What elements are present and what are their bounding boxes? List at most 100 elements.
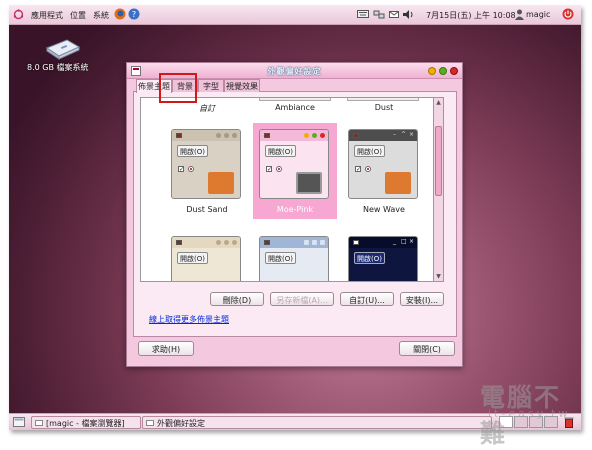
theme-label-dust[interactable]: Dust — [338, 103, 430, 112]
taskbar-file-browser[interactable]: [magic - 檔案瀏覽器] — [31, 416, 141, 429]
theme-label-new-wave[interactable]: New Wave — [338, 205, 430, 214]
preview-radio-icon — [188, 166, 194, 172]
theme-thumb-new-wave[interactable]: – ^ × 開啟(O) ✓ — [348, 129, 418, 199]
volume-icon[interactable] — [402, 9, 414, 20]
close-window-button[interactable] — [450, 67, 458, 75]
window-icon — [35, 420, 43, 426]
drive-label[interactable]: 8.0 GB 檔案系統 — [27, 62, 89, 73]
preview-window-icon — [264, 240, 270, 245]
ubuntu-logo-icon[interactable] — [13, 9, 24, 20]
preview-minimize-icon: _ — [393, 238, 396, 245]
network-icon[interactable] — [373, 9, 385, 20]
theme-label-ambiance[interactable]: Ambiance — [249, 103, 341, 112]
scroll-up-icon[interactable]: ▲ — [435, 100, 442, 106]
top-panel: 應用程式 位置 系統 ? 7月15日(五) 上午 10:08 magic — [9, 5, 581, 25]
desktop: 應用程式 位置 系統 ? 7月15日(五) 上午 10:08 magic 8.0… — [9, 5, 581, 430]
preview-maximize-icon: □ — [401, 238, 407, 245]
drive-icon[interactable] — [41, 38, 83, 60]
more-themes-link[interactable]: 線上取得更多佈景主題 — [149, 314, 229, 325]
taskbar-appearance[interactable]: 外觀偏好設定 — [142, 416, 492, 429]
preview-minimize-icon — [304, 240, 309, 245]
preview-maximize-icon — [312, 240, 317, 245]
delete-button[interactable]: 刪除(D) — [210, 292, 264, 306]
preview-open-button: 開啟(O) — [177, 252, 208, 264]
preview-close-icon — [320, 133, 325, 138]
scroll-thumb[interactable] — [435, 126, 442, 196]
preview-minimize-icon — [216, 133, 221, 138]
preview-open-button: 開啟(O) — [354, 145, 385, 157]
annotation-highlight-box — [159, 73, 197, 103]
theme-preview-edge — [347, 98, 419, 101]
preview-radio-icon — [276, 166, 282, 172]
scroll-down-icon[interactable]: ▼ — [435, 274, 442, 280]
theme-list-scrollbar[interactable]: ▲ ▼ — [434, 97, 444, 282]
preview-titlebar — [172, 130, 240, 141]
preview-close-icon — [232, 133, 237, 138]
preview-maximize-icon — [224, 240, 229, 245]
preview-window-icon — [176, 240, 182, 245]
preview-minimize-icon: – — [393, 131, 396, 138]
menu-places[interactable]: 位置 — [70, 10, 86, 21]
preview-maximize-icon — [224, 133, 229, 138]
user-icon — [515, 9, 524, 20]
preview-titlebar — [172, 237, 240, 248]
preview-checkbox-icon: ✓ — [178, 166, 185, 173]
customize-button[interactable]: 自訂(U)... — [340, 292, 394, 306]
user-name[interactable]: magic — [526, 10, 550, 19]
preview-open-button: 開啟(O) — [265, 145, 296, 157]
install-button[interactable]: 安裝(I)... — [400, 292, 444, 306]
preview-minimize-icon — [216, 240, 221, 245]
preview-radio-icon — [365, 166, 371, 172]
theme-thumb-row3-3[interactable]: _ □ × 開啟(O) — [348, 236, 418, 281]
preview-titlebar — [260, 130, 328, 141]
preview-titlebar — [349, 130, 417, 141]
preview-open-button: 開啟(O) — [177, 145, 208, 157]
theme-thumb-dust-sand[interactable]: 開啟(O) ✓ — [171, 129, 241, 199]
tab-fonts[interactable]: 字型 — [198, 79, 224, 92]
firefox-icon[interactable] — [114, 8, 126, 20]
preview-checkbox-icon: ✓ — [355, 166, 362, 173]
close-button[interactable]: 關閉(C) — [399, 341, 455, 356]
save-as-button[interactable]: 另存新檔(A)... — [270, 292, 334, 306]
maximize-button[interactable] — [439, 67, 447, 75]
theme-label-moe-pink[interactable]: Moe-Pink — [249, 205, 341, 214]
help-button[interactable]: 求助(H) — [138, 341, 194, 356]
preview-close-icon — [232, 240, 237, 245]
preview-folder-icon — [208, 172, 234, 194]
preview-maximize-icon — [312, 133, 317, 138]
theme-label-custom[interactable]: 自訂 — [161, 103, 253, 114]
theme-thumb-row3-2[interactable]: 開啟(O) — [259, 236, 329, 281]
help-icon[interactable]: ? — [128, 8, 140, 20]
preview-open-button: 開啟(O) — [265, 252, 296, 264]
theme-preview-edge — [259, 98, 331, 101]
preview-checkbox-icon: ✓ — [266, 166, 273, 173]
clock[interactable]: 7月15日(五) 上午 10:08 — [426, 10, 516, 21]
preview-close-icon: × — [409, 238, 415, 245]
power-icon[interactable] — [562, 8, 574, 20]
preview-monitor-icon — [296, 172, 322, 194]
theme-list[interactable]: 自訂 Ambiance Dust 開啟(O) ✓ Dust Sand 開啟(O)… — [140, 97, 434, 282]
appearance-dialog: 外觀偏好設定 佈景主題 背景 字型 視覺效果 自訂 Ambiance Dust … — [126, 62, 463, 367]
window-icon — [146, 420, 154, 426]
theme-thumb-row3-1[interactable]: 開啟(O) — [171, 236, 241, 281]
preview-window-icon — [353, 240, 359, 245]
taskbar-file-browser-label: [magic - 檔案瀏覽器] — [46, 419, 125, 428]
watermark-url: it-easy.tw — [488, 407, 571, 420]
tab-content: 佈景主題 背景 字型 視覺效果 自訂 Ambiance Dust 開啟(O) ✓… — [133, 79, 457, 337]
preview-close-icon — [320, 240, 325, 245]
mail-icon[interactable] — [389, 10, 399, 19]
preview-close-icon: × — [409, 131, 415, 138]
svg-text:?: ? — [132, 10, 136, 19]
preview-window-icon — [353, 133, 359, 138]
taskbar-appearance-label: 外觀偏好設定 — [157, 419, 205, 428]
preview-titlebar — [349, 237, 417, 248]
theme-label-dust-sand[interactable]: Dust Sand — [161, 205, 253, 214]
preview-window-icon — [264, 133, 270, 138]
menu-system[interactable]: 系統 — [93, 10, 109, 21]
theme-thumb-moe-pink[interactable]: 開啟(O) ✓ — [259, 129, 329, 199]
tab-visual-effects[interactable]: 視覺效果 — [224, 79, 260, 92]
keyboard-icon[interactable] — [357, 9, 369, 19]
minimize-button[interactable] — [428, 67, 436, 75]
menu-applications[interactable]: 應用程式 — [31, 10, 63, 21]
show-desktop-icon[interactable] — [13, 417, 25, 427]
